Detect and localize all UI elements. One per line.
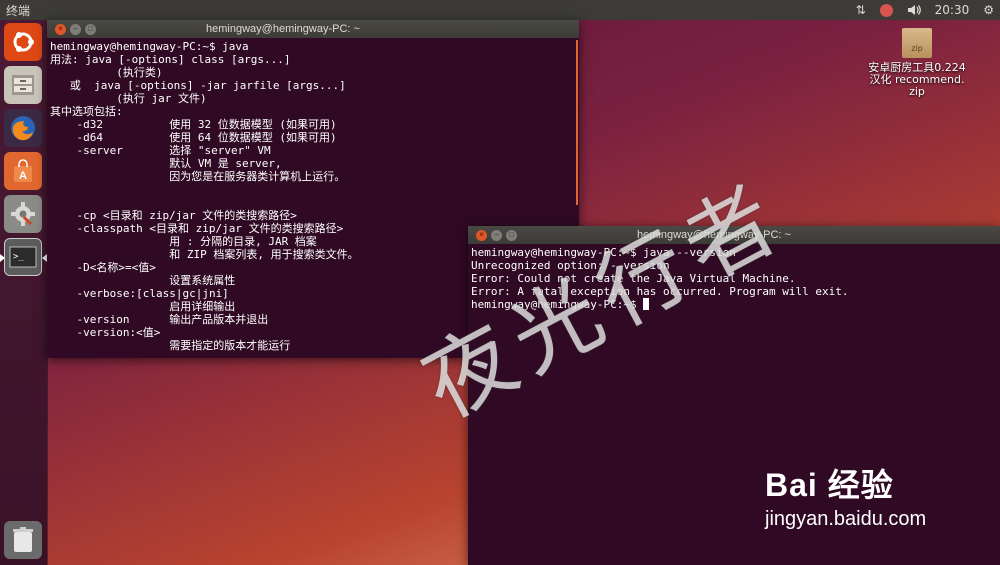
- terminal-launcher[interactable]: >_: [4, 238, 42, 276]
- terminal-line: 或 java [-options] -jar jarfile [args...]: [50, 79, 346, 92]
- shopping-bag-icon: A: [14, 159, 32, 182]
- terminal-line: Unrecognized option: --version: [471, 259, 670, 272]
- text-cursor: [643, 298, 650, 310]
- terminal-line: -d32 使用 32 位数据模型 (如果可用): [50, 118, 337, 131]
- file-cabinet-icon: [12, 75, 34, 95]
- terminal-line: hemingway@hemingway-PC:~$ java: [50, 40, 249, 53]
- input-method-icon[interactable]: [879, 3, 893, 17]
- terminal-prompt: hemingway@hemingway-PC:~$: [471, 298, 644, 311]
- software-center-launcher[interactable]: A: [4, 152, 42, 190]
- active-app-title: 终端: [6, 3, 31, 18]
- terminal-line: 用法: java [-options] class [args...]: [50, 53, 291, 66]
- terminal-icon: >_: [9, 246, 37, 268]
- active-indicator-left: [0, 254, 5, 262]
- terminal-prompt-line: hemingway@hemingway-PC:~$: [471, 298, 997, 311]
- close-button[interactable]: ×: [55, 23, 66, 35]
- terminal-line: 其中选项包括:: [50, 105, 123, 118]
- terminal-line: -cp <目录和 zip/jar 文件的类搜索路径>: [50, 209, 297, 222]
- ubuntu-logo-icon: [13, 32, 34, 52]
- trash-icon: [13, 527, 33, 552]
- terminal-line: 因为您是在服务器类计算机上运行。: [50, 170, 346, 183]
- firefox-icon: [11, 116, 35, 141]
- terminal-line: 默认 VM 是 server,: [50, 157, 282, 170]
- terminal-line: hemingway@hemingway-PC:~$ java --version: [471, 246, 736, 259]
- network-icon[interactable]: ⇅: [856, 3, 866, 17]
- scroll-indicator[interactable]: [576, 40, 578, 205]
- terminal-line: -server 选择 "server" VM: [50, 144, 271, 157]
- terminal-line: (执行类): [50, 66, 163, 79]
- maximize-button[interactable]: □: [506, 229, 517, 241]
- sound-icon[interactable]: [907, 4, 921, 16]
- terminal-line: Error: A fatal exception has occurred. P…: [471, 285, 849, 298]
- desktop-file-name: 安卓厨房工具0.224 汉化 recommend. zip: [868, 61, 966, 98]
- terminal-1-titlebar[interactable]: × – □ hemingway@hemingway-PC: ~: [47, 20, 579, 38]
- clock[interactable]: 20:30: [935, 3, 970, 17]
- close-button[interactable]: ×: [476, 229, 487, 241]
- ubuntu-dash-button[interactable]: [4, 23, 42, 61]
- terminal-line: (执行 jar 文件): [50, 92, 207, 105]
- terminal-2-output[interactable]: hemingway@hemingway-PC:~$ java --version…: [468, 244, 1000, 311]
- maximize-button[interactable]: □: [85, 23, 96, 35]
- session-gear-icon[interactable]: ⚙: [983, 3, 994, 17]
- system-settings-launcher[interactable]: [4, 195, 42, 233]
- top-panel: 终端 ⇅ 20:30 ⚙: [0, 0, 1000, 20]
- svg-text:A: A: [19, 170, 27, 182]
- files-launcher[interactable]: [4, 66, 42, 104]
- launcher: A >_: [0, 20, 47, 565]
- terminal-2-titlebar[interactable]: × – □ hemingway@hemingway-PC: ~: [468, 226, 1000, 244]
- terminal-line: Error: Could not create the Java Virtual…: [471, 272, 796, 285]
- terminal-line: -d64 使用 64 位数据模型 (如果可用): [50, 131, 337, 144]
- minimize-button[interactable]: –: [491, 229, 502, 241]
- terminal-window-2[interactable]: × – □ hemingway@hemingway-PC: ~ hemingwa…: [468, 226, 1000, 565]
- trash-launcher[interactable]: [4, 521, 42, 559]
- settings-gear-icon: [11, 202, 35, 226]
- firefox-launcher[interactable]: [4, 109, 42, 147]
- zip-archive-icon: zip: [902, 28, 932, 58]
- minimize-button[interactable]: –: [70, 23, 81, 35]
- svg-text:>_: >_: [13, 252, 24, 262]
- indicator-area: ⇅ 20:30 ⚙: [856, 3, 994, 17]
- desktop-file-zip[interactable]: zip 安卓厨房工具0.224 汉化 recommend. zip: [862, 28, 972, 98]
